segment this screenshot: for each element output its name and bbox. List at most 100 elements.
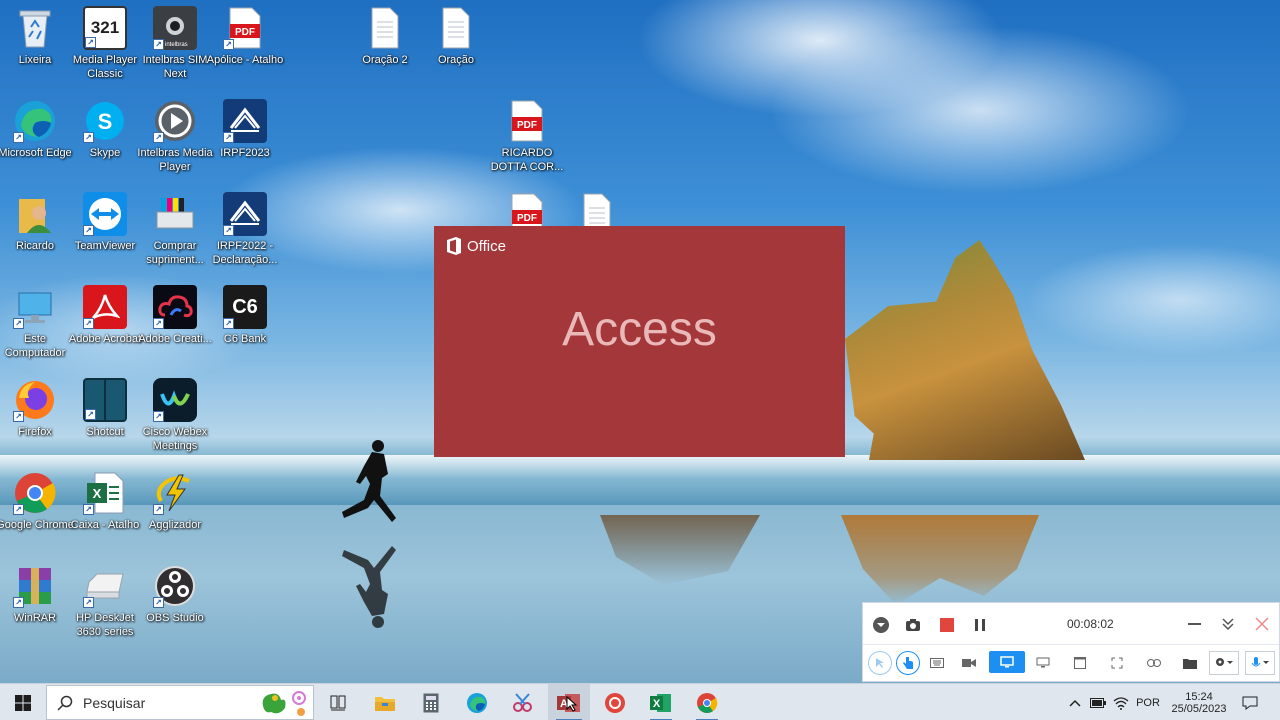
desktop-icon-intelbras-sim-next[interactable]: intelbras ↗ Intelbras SIM Next [139, 6, 211, 81]
start-button[interactable] [0, 684, 45, 720]
edge-icon [467, 692, 487, 713]
desktop-icon-caixa-atalho[interactable]: X ↗ Caixa - Atalho [69, 471, 141, 532]
taskbar-chrome[interactable] [688, 684, 726, 720]
webcam-button[interactable] [959, 653, 979, 673]
desktop-icon-media-player-classic[interactable]: 321 ↗ Media Player Classic [69, 6, 141, 81]
desktop-icon-adobe-acrobat[interactable]: ↗ Adobe Acrobat [69, 285, 141, 346]
link-button[interactable] [1144, 653, 1164, 673]
battery-button[interactable] [1087, 684, 1109, 720]
microphone-dropdown[interactable] [1245, 651, 1275, 675]
desktop-icon-google-chrome[interactable]: ↗ Google Chrome [0, 471, 74, 532]
click-effect-button[interactable] [896, 651, 920, 675]
folder-icon [1183, 659, 1197, 669]
search-box[interactable]: Pesquisar [46, 685, 314, 720]
display-button[interactable] [1033, 653, 1053, 673]
pause-button[interactable] [970, 615, 990, 635]
desktop-icon-hp-deskjet[interactable]: ↗ HP DeskJet 3630 series [69, 564, 141, 639]
minimize-icon [1187, 623, 1201, 625]
task-view-button[interactable] [320, 684, 356, 720]
taskbar-snipping-tool[interactable] [504, 684, 542, 720]
excel-file-icon: X ↗ [83, 471, 127, 515]
clock-date: 25/05/2023 [1171, 702, 1227, 715]
desktop-icon-lixeira[interactable]: Lixeira [0, 6, 71, 67]
desktop-icon-oracao-2[interactable]: Oração 2 [349, 6, 421, 67]
desktop-icon-oracao[interactable]: Oração [420, 6, 492, 67]
double-chevron-down-icon [1222, 618, 1234, 631]
collapse-recorder-button[interactable] [1217, 613, 1239, 635]
desktop-icon-shotcut[interactable]: ↗ Shotcut [69, 378, 141, 439]
custom-area-button[interactable] [1107, 653, 1127, 673]
desktop-icon-label: IRPF2023 [220, 147, 270, 159]
taskbar-access[interactable]: A [548, 684, 590, 720]
show-hidden-icons-button[interactable] [1064, 684, 1086, 720]
video-camera-icon [962, 659, 976, 667]
desktop-icon-label: Cisco Webex Meetings [142, 426, 208, 452]
taskbar-file-explorer[interactable] [366, 684, 404, 720]
desktop-icon-este-computador[interactable]: ↗ Este Computador [0, 285, 71, 360]
close-recorder-button[interactable] [1251, 613, 1273, 635]
desktop-icon-cisco-webex[interactable]: ↗ Cisco Webex Meetings [139, 378, 211, 453]
desktop-icon-comprar-suprimentos[interactable]: Comprar supriment... [139, 192, 211, 267]
fullscreen-area-button[interactable] [989, 651, 1025, 673]
receita-federal-icon: ↗ [223, 99, 267, 143]
language-indicator[interactable]: POR [1133, 684, 1163, 720]
desktop-icon-agglizador[interactable]: ↗ Agglizador [139, 471, 211, 532]
network-button[interactable] [1110, 684, 1132, 720]
receita-federal-icon: ↗ [223, 192, 267, 236]
taskbar-edge[interactable] [458, 684, 496, 720]
screenshot-button[interactable] [903, 615, 923, 635]
chrome-icon: ↗ [13, 471, 57, 515]
desktop-icon-c6-bank[interactable]: C6 ↗ C6 Bank [209, 285, 281, 346]
desktop-icon-winrar[interactable]: ↗ WinRAR [0, 564, 71, 625]
desktop-icon-intelbras-media-player[interactable]: ↗ Intelbras Media Player [137, 99, 213, 174]
firefox-icon: ↗ [13, 378, 57, 422]
notification-center-button[interactable] [1236, 684, 1264, 720]
desktop-icon-irpf2023[interactable]: ↗ IRPF2023 [209, 99, 281, 160]
stop-icon [940, 618, 954, 632]
window-icon [1074, 657, 1086, 669]
open-folder-button[interactable] [1180, 653, 1200, 673]
taskbar-calculator[interactable] [412, 684, 450, 720]
ink-printer-icon [153, 192, 197, 236]
minimize-recorder-button[interactable] [1183, 613, 1205, 635]
computer-icon: ↗ [13, 285, 57, 329]
desktop-icon-label: Intelbras Media Player [137, 147, 213, 173]
pause-icon [975, 619, 985, 631]
close-icon [1255, 617, 1269, 631]
cursor-highlight-button[interactable] [868, 651, 892, 675]
webcam-icon [1216, 658, 1233, 666]
search-icon [57, 695, 73, 711]
desktop-icon-label: Media Player Classic [72, 54, 138, 80]
menu-dropdown-button[interactable] [871, 615, 891, 635]
taskbar-screen-recorder[interactable] [596, 684, 634, 720]
window-area-button[interactable] [1070, 653, 1090, 673]
printer-icon: ↗ [83, 564, 127, 608]
calculator-icon [423, 693, 439, 712]
cursor-icon [876, 658, 884, 668]
chevron-circle-icon [873, 617, 889, 633]
taskbar-excel[interactable]: X [642, 684, 680, 720]
crop-icon [1111, 657, 1123, 669]
desktop-icon-microsoft-edge[interactable]: ↗ Microsoft Edge [0, 99, 72, 160]
desktop-icon-skype[interactable]: S ↗ Skype [69, 99, 141, 160]
desktop[interactable]: Lixeira ↗ Microsoft Edge Ricardo ↗ Este … [0, 0, 1280, 683]
desktop-icon-irpf2022[interactable]: ↗ IRPF2022 - Declaração... [209, 192, 281, 267]
chevron-up-icon [1069, 699, 1081, 707]
keyboard-button[interactable] [927, 653, 947, 673]
pdf-file-icon: PDF ↗ [223, 6, 267, 50]
desktop-icon-teamviewer[interactable]: ↗ TeamViewer [69, 192, 141, 253]
clock[interactable]: 15:24 25/05/2023 [1166, 684, 1232, 720]
desktop-icon-adobe-creative-cloud[interactable]: ↗ Adobe Creati... [138, 285, 212, 346]
stop-record-button[interactable] [937, 615, 957, 635]
search-placeholder: Pesquisar [83, 694, 146, 711]
desktop-icon-ricardo[interactable]: Ricardo [0, 192, 71, 253]
webex-icon: ↗ [153, 378, 197, 422]
desktop-icon-label: Agglizador [149, 519, 201, 531]
desktop-icon-apolice-atalho[interactable]: PDF ↗ Apólice - Atalho [207, 6, 283, 67]
wallpaper-runner-reflection [342, 546, 396, 628]
desktop-icon-firefox[interactable]: ↗ Firefox [0, 378, 71, 439]
windows-logo-icon [14, 694, 31, 711]
desktop-icon-ricardo-dotta[interactable]: PDF RICARDO DOTTA COR... [491, 99, 563, 174]
desktop-icon-obs-studio[interactable]: ↗ OBS Studio [139, 564, 211, 625]
audio-source-dropdown[interactable] [1209, 651, 1239, 675]
